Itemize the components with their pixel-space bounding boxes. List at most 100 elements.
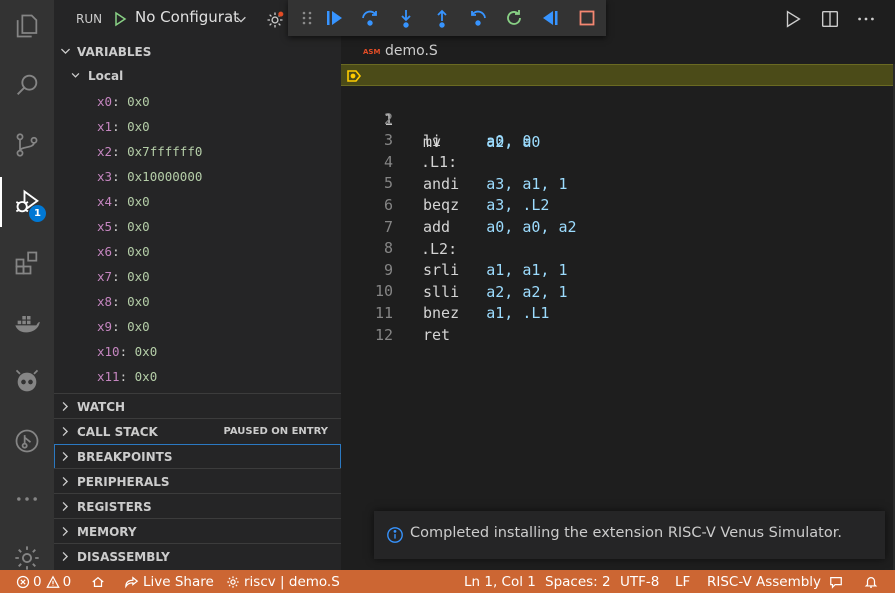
continue-button[interactable]	[323, 7, 345, 29]
variable-row[interactable]: x7: 0x0	[97, 264, 150, 289]
memory-section-header[interactable]: MEMORY	[54, 519, 341, 544]
step-into-button[interactable]	[395, 7, 417, 29]
peripherals-title: PERIPHERALS	[77, 475, 170, 489]
code-line[interactable]: 6 add a0, a0, a2	[341, 172, 895, 236]
call-stack-section-header[interactable]: CALL STACK PAUSED ON ENTRY	[54, 419, 341, 444]
status-bar: 0 0 Live Share riscv | demo.S Ln 1, Col …	[0, 570, 895, 593]
workspace-status[interactable]: riscv | demo.S	[226, 573, 340, 590]
breadcrumb: ASM demo.S	[341, 40, 895, 62]
debug-toolbar	[288, 0, 606, 36]
code-line[interactable]: 9 slli a2, a2, 1	[341, 237, 895, 301]
warning-icon	[45, 574, 60, 588]
code-line[interactable]: 5 beqz a3, .L2	[341, 150, 895, 214]
variable-row[interactable]: x11: 0x0	[97, 364, 157, 389]
platformio-icon[interactable]	[0, 357, 54, 407]
git-graph-icon[interactable]	[0, 416, 54, 466]
chevron-down-icon	[60, 48, 71, 55]
variable-row[interactable]: x2: 0x7ffffff0	[97, 139, 202, 164]
breadcrumb-file-name[interactable]: demo.S	[385, 43, 438, 59]
current-line-arrow-icon	[347, 70, 362, 82]
search-icon[interactable]	[0, 60, 54, 110]
chevron-right-icon	[62, 551, 69, 562]
memory-title: MEMORY	[77, 525, 137, 539]
run-icon[interactable]	[782, 8, 804, 30]
code-line[interactable]: 10 bnez a1, .L1	[341, 258, 895, 322]
live-share-icon	[125, 575, 139, 588]
variable-row[interactable]: x10: 0x0	[97, 339, 157, 364]
code-text: ret	[423, 324, 450, 346]
breakpoints-section-header[interactable]: BREAKPOINTS	[54, 444, 341, 469]
code-line[interactable]: 8 srli a1, a1, 1	[341, 215, 895, 279]
error-count: 0	[33, 573, 42, 590]
code-line[interactable]: 4 andi a3, a1, 1	[341, 129, 895, 193]
activity-bar: 1	[0, 0, 54, 570]
call-stack-title: CALL STACK	[77, 425, 158, 439]
feedback-icon[interactable]	[829, 573, 843, 590]
step-back-button[interactable]	[467, 7, 489, 29]
variables-section-header[interactable]: VARIABLES	[54, 39, 341, 64]
code-line[interactable]: 7 .L2:	[341, 194, 895, 258]
chevron-right-icon	[62, 476, 69, 487]
notification-toast[interactable]: Completed installing the extension RISC-…	[374, 511, 885, 559]
start-debugging-icon[interactable]	[112, 11, 128, 27]
variable-row[interactable]: x8: 0x0	[97, 289, 150, 314]
run-debug-sidebar: RUN No Configurat VARIABLES Local x0: 0x…	[54, 0, 341, 570]
chevron-right-icon	[62, 401, 69, 412]
explorer-icon[interactable]	[0, 1, 54, 51]
chevron-right-icon	[62, 426, 69, 437]
live-share-button[interactable]: Live Share	[125, 573, 214, 590]
info-icon	[387, 527, 403, 543]
extensions-icon[interactable]	[0, 238, 54, 288]
restart-button[interactable]	[503, 7, 525, 29]
error-icon	[16, 575, 30, 588]
breakpoints-title: BREAKPOINTS	[77, 450, 173, 464]
stop-button[interactable]	[576, 7, 598, 29]
local-scope-label: Local	[88, 69, 124, 83]
source-control-icon[interactable]	[0, 120, 54, 170]
registers-section-header[interactable]: REGISTERS	[54, 494, 341, 519]
open-launch-json-gear-icon[interactable]	[265, 10, 285, 30]
run-and-debug-icon[interactable]: 1	[0, 177, 54, 227]
variable-row[interactable]: x1: 0x0	[97, 114, 150, 139]
disassembly-section-header[interactable]: DISASSEMBLY	[54, 544, 341, 569]
variable-row[interactable]: x0: 0x0	[97, 89, 150, 114]
peripherals-section-header[interactable]: PERIPHERALS	[54, 469, 341, 494]
warning-count: 0	[62, 573, 72, 590]
code-line[interactable]: 2 li a0, 0	[341, 86, 895, 150]
encoding-status[interactable]: UTF-8	[620, 573, 659, 590]
indentation-status[interactable]: Spaces: 2	[545, 573, 611, 590]
variables-title: VARIABLES	[77, 45, 152, 59]
variable-row[interactable]: x4: 0x0	[97, 189, 150, 214]
chevron-down-icon[interactable]	[234, 12, 248, 26]
code-line[interactable]: 1 mv a2, a0	[341, 64, 895, 151]
variable-row[interactable]: x5: 0x0	[97, 214, 150, 239]
code-line[interactable]: 12	[341, 302, 895, 344]
watch-section-header[interactable]: WATCH	[54, 394, 341, 419]
reverse-continue-button[interactable]	[539, 7, 561, 29]
workspace-label: riscv | demo.S	[244, 573, 340, 590]
disassembly-title: DISASSEMBLY	[77, 550, 170, 564]
drag-handle-icon[interactable]	[296, 7, 318, 29]
code-line[interactable]: 11 ret	[341, 280, 895, 344]
more-icon[interactable]	[0, 474, 54, 524]
cursor-position[interactable]: Ln 1, Col 1	[464, 573, 536, 590]
home-icon[interactable]	[91, 573, 105, 590]
more-actions-icon[interactable]	[855, 8, 877, 30]
language-mode[interactable]: RISC-V Assembly	[707, 573, 821, 590]
debug-badge: 1	[29, 205, 46, 222]
notifications-bell-icon[interactable]	[864, 573, 878, 590]
gear-icon	[227, 575, 239, 588]
variable-row[interactable]: x3: 0x10000000	[97, 164, 202, 189]
step-over-button[interactable]	[359, 7, 381, 29]
run-label: RUN	[76, 12, 103, 26]
docker-icon[interactable]	[0, 298, 54, 348]
code-line[interactable]: 3 .L1:	[341, 107, 895, 171]
eol-status[interactable]: LF	[675, 573, 690, 590]
problems-status[interactable]: 0 0	[16, 573, 71, 590]
split-editor-icon[interactable]	[819, 8, 841, 30]
variable-row[interactable]: x9: 0x0	[97, 314, 150, 339]
variable-row[interactable]: x6: 0x0	[97, 239, 150, 264]
live-share-label: Live Share	[143, 573, 214, 590]
step-out-button[interactable]	[431, 7, 453, 29]
chevron-right-icon	[62, 501, 69, 512]
